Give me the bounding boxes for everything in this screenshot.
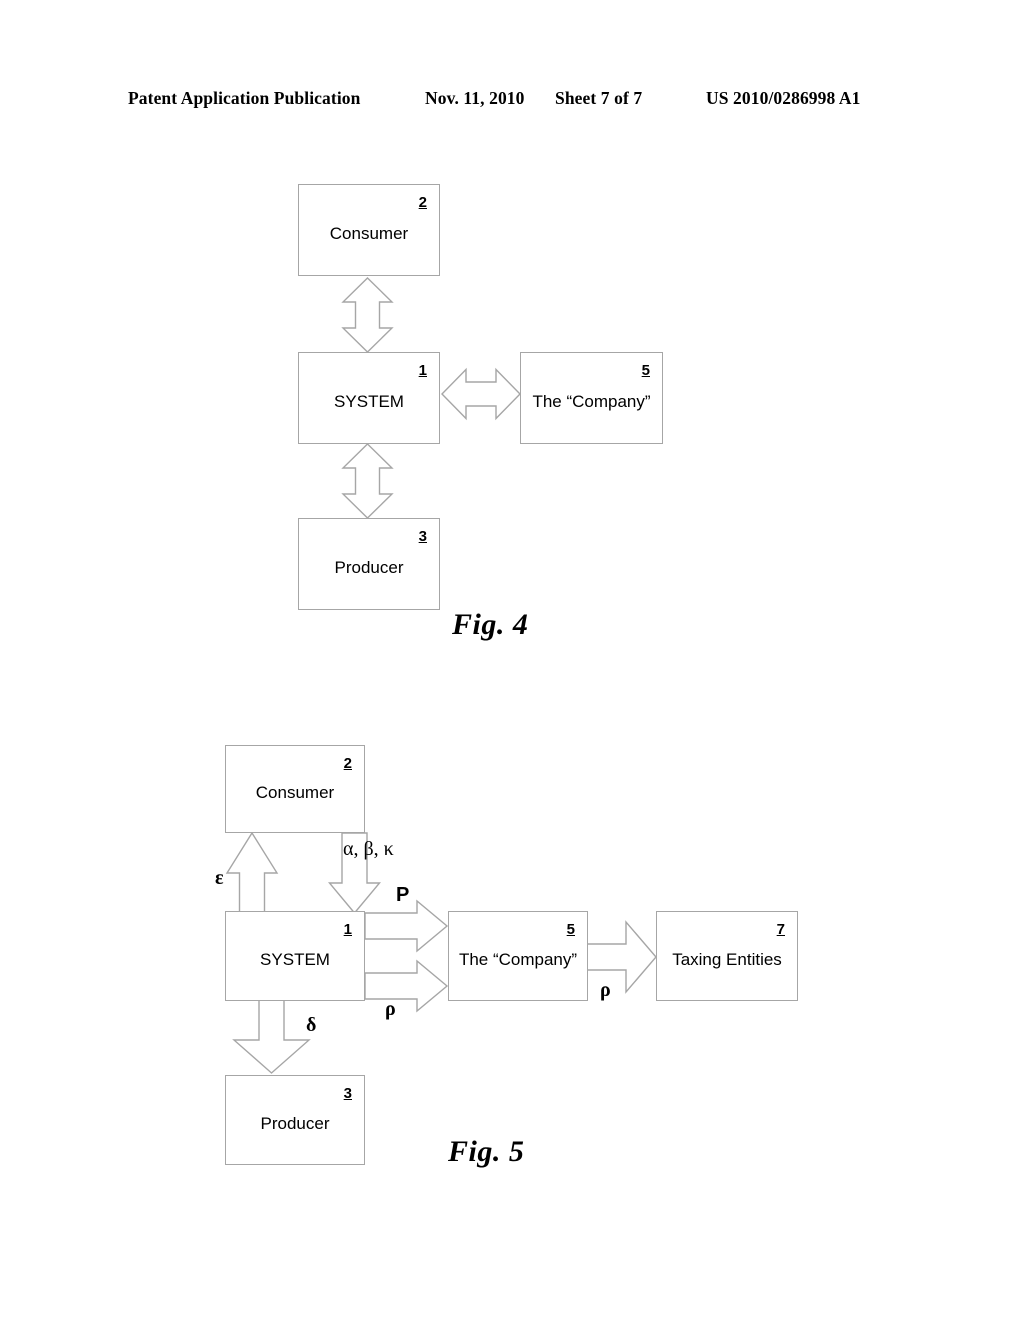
arrow-system-company — [441, 367, 521, 421]
edge-label-alpha-beta-kappa: α, β, κ — [343, 838, 394, 860]
node-consumer-ref: 2 — [418, 194, 427, 211]
page-header: Patent Application Publication Nov. 11, … — [0, 88, 1024, 114]
figure-5: 2 Consumer 1 SYSTEM 5 The “Company” 7 Ta… — [0, 715, 1024, 1215]
figure-5-caption: Fig. 5 — [448, 1135, 525, 1168]
node-taxing-entities-ref: 7 — [776, 921, 785, 938]
node-company-label: The “Company” — [532, 392, 651, 411]
figure-4-caption: Fig. 4 — [452, 608, 529, 641]
node-consumer-ref: 2 — [343, 755, 352, 772]
figure-4-connectors — [341, 277, 521, 519]
node-producer-ref: 3 — [343, 1085, 352, 1102]
arrow-system-producer-delta — [232, 999, 311, 1074]
node-system-ref: 1 — [343, 921, 352, 938]
arrow-system-consumer-epsilon — [225, 831, 279, 914]
node-company[interactable]: 5 The “Company” — [448, 911, 588, 1001]
edge-label-epsilon: ε — [215, 867, 224, 889]
node-producer-label: Producer — [334, 558, 404, 577]
header-sheet-number: Sheet 7 of 7 — [555, 88, 643, 108]
header-publication-date: Nov. 11, 2010 — [425, 88, 525, 108]
node-producer[interactable]: 3 Producer — [225, 1075, 365, 1165]
node-producer-label: Producer — [260, 1114, 330, 1133]
edge-label-rho-company-taxing: ρ — [600, 979, 611, 1001]
edge-label-p: P — [396, 884, 410, 906]
header-patent-number: US 2010/0286998 A1 — [706, 88, 861, 108]
node-consumer-label: Consumer — [255, 783, 335, 802]
node-producer-ref: 3 — [418, 528, 427, 545]
node-taxing-entities-label: Taxing Entities — [672, 950, 782, 969]
figure-4: 2 Consumer 1 SYSTEM 5 The “Company” 3 Pr… — [0, 150, 1024, 660]
node-consumer-label: Consumer — [329, 224, 409, 243]
arrow-system-producer — [341, 443, 394, 519]
arrow-company-taxing-rho — [577, 920, 657, 994]
arrow-system-company-rho — [364, 959, 449, 1013]
node-system[interactable]: 1 SYSTEM — [225, 911, 365, 1001]
node-producer[interactable]: 3 Producer — [298, 518, 440, 610]
edge-label-rho-system-company: ρ — [385, 998, 396, 1020]
node-taxing-entities[interactable]: 7 Taxing Entities — [656, 911, 798, 1001]
edge-label-delta: δ — [306, 1014, 317, 1036]
node-company[interactable]: 5 The “Company” — [520, 352, 663, 444]
node-system[interactable]: 1 SYSTEM — [298, 352, 440, 444]
arrow-system-company-p — [364, 899, 449, 953]
node-company-ref: 5 — [566, 921, 575, 938]
node-system-label: SYSTEM — [260, 950, 330, 969]
node-company-ref: 5 — [641, 362, 650, 379]
node-system-ref: 1 — [418, 362, 427, 379]
node-consumer[interactable]: 2 Consumer — [298, 184, 440, 276]
arrow-consumer-system — [341, 277, 394, 353]
node-consumer[interactable]: 2 Consumer — [225, 745, 365, 833]
node-company-label: The “Company” — [458, 950, 578, 969]
node-system-label: SYSTEM — [334, 392, 404, 411]
header-publication-title: Patent Application Publication — [128, 88, 361, 108]
